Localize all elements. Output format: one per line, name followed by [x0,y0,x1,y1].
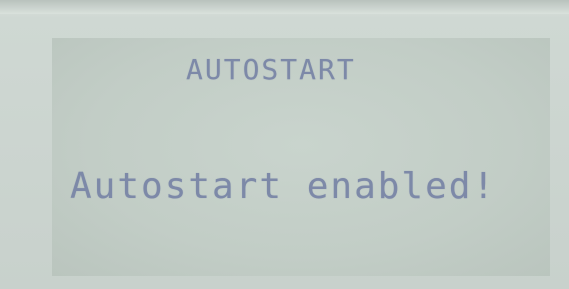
screen-title: AUTOSTART [186,53,356,86]
status-message: Autostart enabled! [70,166,497,207]
